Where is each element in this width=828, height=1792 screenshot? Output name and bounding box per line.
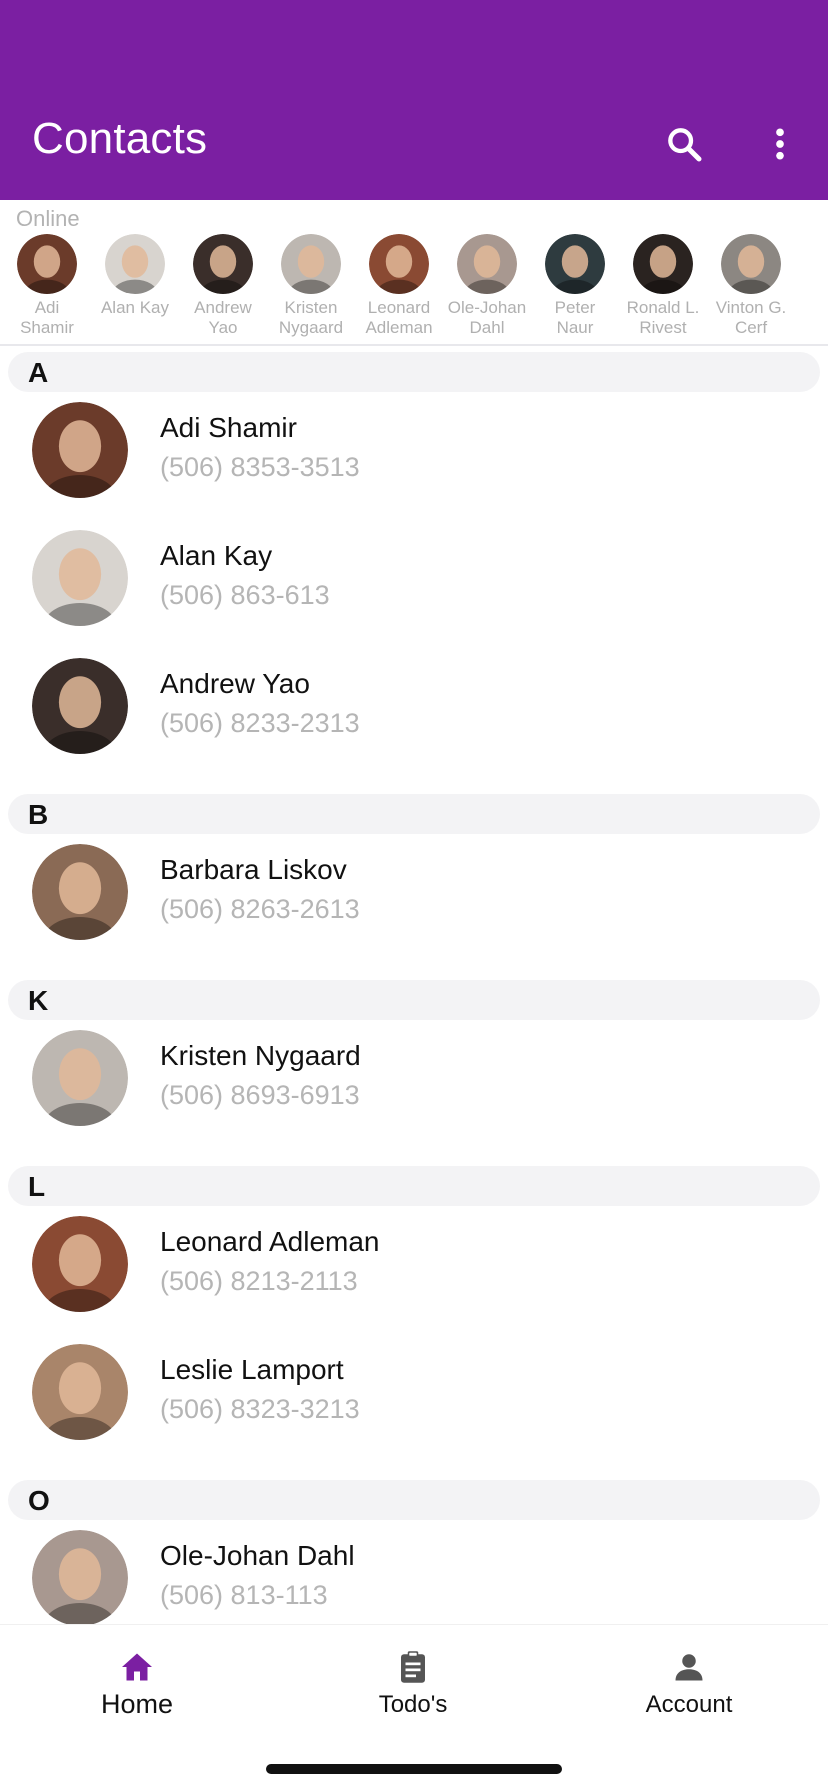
app-bar: Contacts bbox=[0, 0, 828, 200]
online-contact-name-line2: Dahl bbox=[469, 318, 505, 337]
avatar bbox=[105, 234, 165, 294]
contact-phone: (506) 8693-6913 bbox=[160, 1080, 360, 1110]
contact-row[interactable]: Adi Shamir (506) 8353-3513 bbox=[0, 392, 828, 512]
section-letter: A bbox=[28, 357, 49, 388]
section-header: A bbox=[8, 352, 820, 392]
more-vert-icon bbox=[776, 128, 784, 160]
online-contact-name: Ole-Johan bbox=[447, 298, 527, 317]
online-contact-name: Peter bbox=[554, 298, 596, 317]
contact-name: Kristen Nygaard bbox=[160, 1040, 361, 1071]
contact-phone: (506) 8353-3513 bbox=[160, 452, 360, 482]
contact-row[interactable]: Barbara Liskov (506) 8263-2613 bbox=[0, 834, 828, 954]
section-header: O bbox=[8, 1480, 820, 1520]
person-icon bbox=[675, 1654, 703, 1681]
more-options-button[interactable] bbox=[752, 116, 808, 172]
avatar bbox=[32, 530, 128, 626]
contact-name: Alan Kay bbox=[160, 540, 273, 571]
contact-phone: (506) 8263-2613 bbox=[160, 894, 360, 924]
avatar bbox=[193, 234, 253, 294]
contact-row[interactable]: Leslie Lamport (506) 8323-3213 bbox=[0, 1334, 828, 1454]
online-contact[interactable]: Adi Shamir bbox=[3, 234, 91, 338]
contact-list[interactable]: A Adi Shamir (506) 8353-3513 Alan Kay (506) … bbox=[0, 346, 828, 1624]
page-title: Contacts bbox=[32, 114, 208, 163]
online-contact-name-line2: Adleman bbox=[365, 318, 433, 337]
online-contact[interactable]: Leonard Adleman bbox=[355, 234, 443, 338]
avatar bbox=[32, 1216, 128, 1312]
avatar bbox=[369, 234, 429, 294]
contact-name: Ole-Johan Dahl bbox=[160, 1540, 355, 1571]
contact-name: Barbara Liskov bbox=[160, 854, 347, 885]
online-contact-name: Alan Kay bbox=[100, 298, 170, 317]
avatar bbox=[32, 658, 128, 754]
online-contact[interactable]: Ole-Johan Dahl bbox=[443, 234, 531, 338]
avatar bbox=[457, 234, 517, 294]
contact-row[interactable]: Kristen Nygaard (506) 8693-6913 bbox=[0, 1020, 828, 1140]
online-contact[interactable]: Vinton G. Cerf bbox=[707, 234, 795, 338]
contact-row[interactable]: Leonard Adleman (506) 8213-2113 bbox=[0, 1206, 828, 1326]
avatar bbox=[633, 234, 693, 294]
search-icon bbox=[668, 128, 702, 162]
online-contact[interactable]: Kristen Nygaard bbox=[267, 234, 355, 338]
contact-phone: (506) 8323-3213 bbox=[160, 1394, 360, 1424]
nav-todos[interactable]: Todo's bbox=[313, 1649, 513, 1729]
online-contact-name-line2: Shamir bbox=[20, 318, 74, 337]
nav-account-label: Account bbox=[645, 1691, 733, 1718]
contact-phone: (506) 8233-2313 bbox=[160, 708, 360, 738]
contact-name: Leslie Lamport bbox=[160, 1354, 344, 1385]
section-letter: K bbox=[28, 985, 49, 1016]
avatar bbox=[32, 1344, 128, 1440]
online-strip: Online Adi Shamir Alan Kay Andrew Yao Kristen… bbox=[0, 200, 828, 346]
section-letter: B bbox=[28, 799, 49, 830]
avatar bbox=[32, 1030, 128, 1126]
section-letter: O bbox=[28, 1485, 50, 1516]
online-contact-name: Adi bbox=[34, 298, 60, 317]
contact-phone: (506) 863-613 bbox=[160, 580, 330, 610]
online-contact-name: Ronald L. bbox=[626, 298, 700, 317]
online-contact-name-line2: Yao bbox=[208, 318, 238, 337]
online-contact[interactable]: Alan Kay bbox=[91, 234, 179, 318]
nav-account[interactable]: Account bbox=[589, 1649, 789, 1729]
online-contact-name: Leonard bbox=[367, 298, 431, 317]
avatar bbox=[545, 234, 605, 294]
section-header: L bbox=[8, 1166, 820, 1206]
avatar bbox=[32, 402, 128, 498]
online-contact[interactable]: Peter Naur bbox=[531, 234, 619, 338]
online-contact-name: Vinton G. bbox=[715, 298, 787, 317]
online-list: Adi Shamir Alan Kay Andrew Yao Kristen Nygaard… bbox=[0, 234, 828, 344]
nav-home[interactable]: Home bbox=[37, 1649, 237, 1729]
home-icon bbox=[122, 1653, 152, 1681]
contact-row[interactable]: Ole-Johan Dahl (506) 813-113 bbox=[0, 1520, 828, 1624]
online-contact[interactable]: Andrew Yao bbox=[179, 234, 267, 338]
contact-phone: (506) 8213-2113 bbox=[160, 1266, 358, 1296]
avatar bbox=[721, 234, 781, 294]
online-contact-name-line2: Cerf bbox=[734, 318, 768, 337]
avatar bbox=[32, 844, 128, 940]
online-label: Online bbox=[16, 206, 80, 231]
online-contact-name: Andrew bbox=[194, 298, 252, 317]
nav-home-label: Home bbox=[100, 1689, 174, 1719]
contact-row[interactable]: Andrew Yao (506) 8233-2313 bbox=[0, 648, 828, 768]
avatar bbox=[32, 1530, 128, 1624]
contact-name: Leonard Adleman bbox=[160, 1226, 380, 1257]
contact-name: Adi Shamir bbox=[160, 412, 297, 443]
online-contact-name-line2: Naur bbox=[556, 318, 594, 337]
contact-phone: (506) 813-113 bbox=[160, 1580, 328, 1610]
contact-row[interactable]: Alan Kay (506) 863-613 bbox=[0, 520, 828, 640]
nav-todos-label: Todo's bbox=[378, 1691, 448, 1718]
online-contact-name-line2: Rivest bbox=[639, 318, 687, 337]
section-header: K bbox=[8, 980, 820, 1020]
contact-name: Andrew Yao bbox=[160, 668, 310, 699]
avatar bbox=[281, 234, 341, 294]
search-button[interactable] bbox=[656, 116, 712, 172]
online-contact-name: Kristen bbox=[284, 298, 338, 317]
online-contact[interactable]: Ronald L. Rivest bbox=[619, 234, 707, 338]
avatar bbox=[17, 234, 77, 294]
section-letter: L bbox=[28, 1171, 46, 1202]
home-indicator[interactable] bbox=[266, 1764, 562, 1774]
online-contact-name-line2: Nygaard bbox=[278, 318, 344, 337]
section-header: B bbox=[8, 794, 820, 834]
clipboard-icon bbox=[401, 1651, 425, 1683]
